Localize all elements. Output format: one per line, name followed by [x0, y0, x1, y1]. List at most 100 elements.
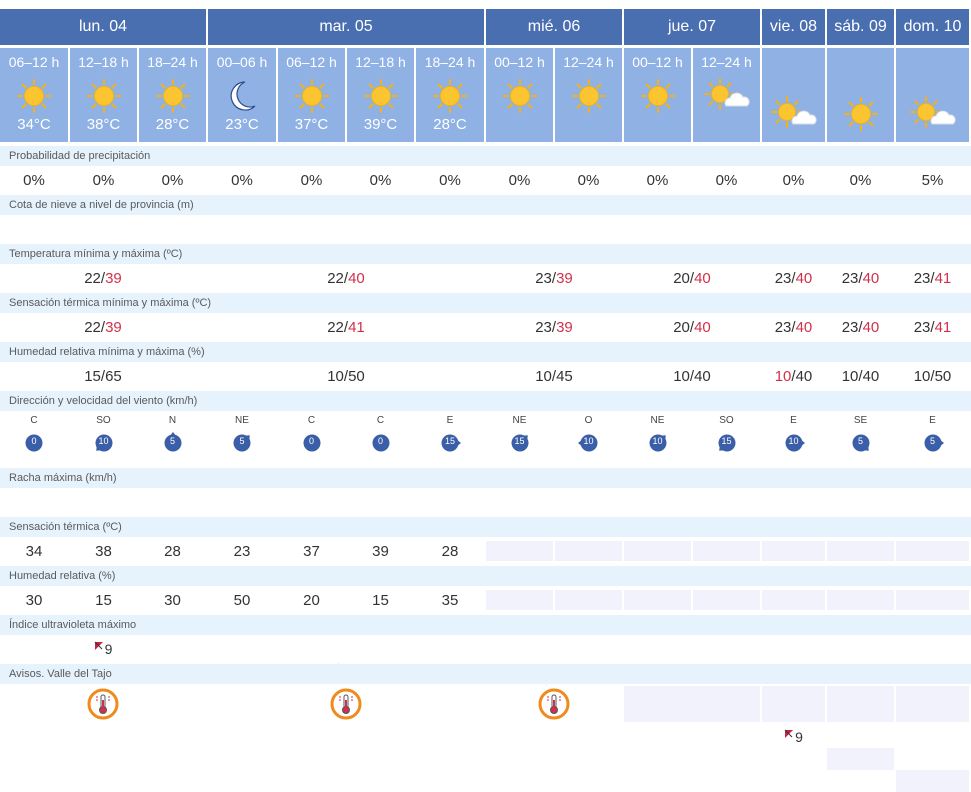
gust-cell	[827, 492, 894, 512]
temp-label: Temperatura mínima y máxima (ºC)	[0, 244, 971, 264]
gust-cell	[486, 492, 553, 512]
wind-cell: C0	[347, 413, 414, 463]
precip-cell: 0%	[347, 170, 414, 190]
warn-label: Avisos. Valle del Tajo	[0, 664, 971, 684]
feels-cell: 23 / 40	[762, 317, 825, 337]
feelsT-cell	[555, 541, 622, 561]
slot-period: 06–12 h	[8, 54, 60, 70]
precip-cell: 0%	[416, 170, 484, 190]
slot-temperature: 28°C	[155, 116, 190, 133]
feels-max: 40	[862, 318, 880, 336]
humid-cell: 10 / 50	[208, 366, 484, 386]
snow-cell	[762, 219, 825, 239]
warning-cell	[208, 686, 484, 722]
feels-cell: 20 / 40	[624, 317, 760, 337]
wind-direction: E	[790, 415, 797, 426]
feels-max: 39	[556, 318, 573, 336]
forecast-slot: 12–18 h 39°C	[347, 48, 414, 142]
warning-cell	[624, 686, 760, 722]
precip-cell: 0%	[278, 170, 345, 190]
humid-min: 10	[774, 367, 792, 385]
slot-period: 12–18 h	[78, 54, 129, 70]
sun-icon	[359, 76, 403, 116]
snow-cell	[896, 219, 969, 239]
wind-cell: O 10	[555, 413, 622, 463]
humidR-cell: 50	[208, 590, 276, 610]
humid-max: 40	[694, 367, 711, 385]
precip-cell: 0%	[624, 170, 691, 190]
temp-max: 40	[795, 269, 813, 287]
humidR-cell	[762, 590, 825, 610]
snow-cell	[70, 219, 137, 239]
wind-speed: 15	[514, 436, 525, 446]
gust-cell	[0, 492, 68, 512]
snow-cell	[827, 219, 894, 239]
snow-cell	[693, 219, 760, 239]
slot-period: 00–12 h	[494, 54, 545, 70]
gust-cell	[278, 492, 345, 512]
gust-cell	[555, 492, 622, 512]
wind-speed: 15	[721, 436, 732, 446]
wind-direction: C	[30, 415, 38, 426]
wind-direction: SO	[96, 415, 111, 426]
temp-min: 20	[673, 269, 690, 287]
feels-max: 41	[348, 318, 365, 336]
feels-cell: 23 / 39	[486, 317, 622, 337]
feels-min: 23	[774, 318, 792, 336]
precip-cell: 0%	[827, 170, 894, 190]
humid-label: Humedad relativa mínima y máxima (%)	[0, 342, 971, 362]
thermometer-warning-icon[interactable]	[330, 688, 362, 720]
humid-cell: 10 / 40	[762, 366, 825, 386]
temp-cell: 23 / 39	[486, 268, 622, 288]
precip-cell: 5%	[896, 170, 969, 190]
humidR-cell	[827, 590, 894, 610]
snow-cell	[139, 219, 206, 239]
precip-cell: 0%	[208, 170, 276, 190]
warning-cell	[827, 686, 894, 722]
temp-min: 23	[841, 269, 859, 287]
wind-cell: NE 15	[486, 413, 553, 463]
feels-max: 39	[105, 318, 122, 336]
slot-temperature: 37°C	[294, 116, 329, 133]
forecast-slot: 00–12 h	[486, 48, 553, 142]
wind-speed: 10	[652, 436, 663, 446]
thermometer-warning-icon[interactable]	[538, 688, 570, 720]
humid-min: 10	[913, 367, 931, 385]
precip-cell: 0%	[0, 170, 68, 190]
temp-max: 39	[105, 269, 122, 287]
wind-direction: NE	[235, 415, 249, 426]
uv-label: Índice ultravioleta máximo	[0, 615, 971, 635]
humid-cell: 10 / 40	[827, 366, 894, 386]
forecast-slot: 06–12 h 34°C	[0, 48, 68, 142]
gust-cell	[896, 492, 969, 512]
forecast-slot	[896, 48, 969, 142]
feels-min: 23	[841, 318, 859, 336]
forecast-slot: 12–18 h 38°C	[70, 48, 137, 142]
day-header: jue. 07	[624, 9, 760, 45]
wind-speed: 0	[31, 436, 37, 446]
day-header: dom. 10	[896, 9, 969, 45]
forecast-slot: 00–06 h 23°C	[208, 48, 276, 142]
humid-min: 10	[841, 367, 859, 385]
gust-cell	[624, 492, 691, 512]
sun-icon	[498, 76, 542, 116]
feelsT-cell: 37	[278, 541, 345, 561]
feelsT-cell	[896, 541, 969, 561]
warning-cell	[0, 686, 206, 722]
thermometer-warning-icon[interactable]	[87, 688, 119, 720]
humid-cell: 10 / 40	[624, 366, 760, 386]
humid-cell: 10 / 50	[896, 366, 969, 386]
snow-cell	[486, 219, 553, 239]
slot-period: 00–12 h	[632, 54, 683, 70]
feelsT-label: Sensación térmica (ºC)	[0, 517, 971, 537]
slot-period: 18–24 h	[147, 54, 198, 70]
temp-cell: 23 / 40	[827, 268, 894, 288]
snow-cell	[347, 219, 414, 239]
humidR-cell	[693, 590, 760, 610]
uv-cell	[827, 748, 894, 770]
forecast-slot: 12–24 h	[693, 48, 760, 142]
wind-speed: 10	[788, 436, 799, 446]
feelsT-cell	[624, 541, 691, 561]
wind-direction: SO	[719, 415, 734, 426]
humidR-cell: 30	[0, 590, 68, 610]
